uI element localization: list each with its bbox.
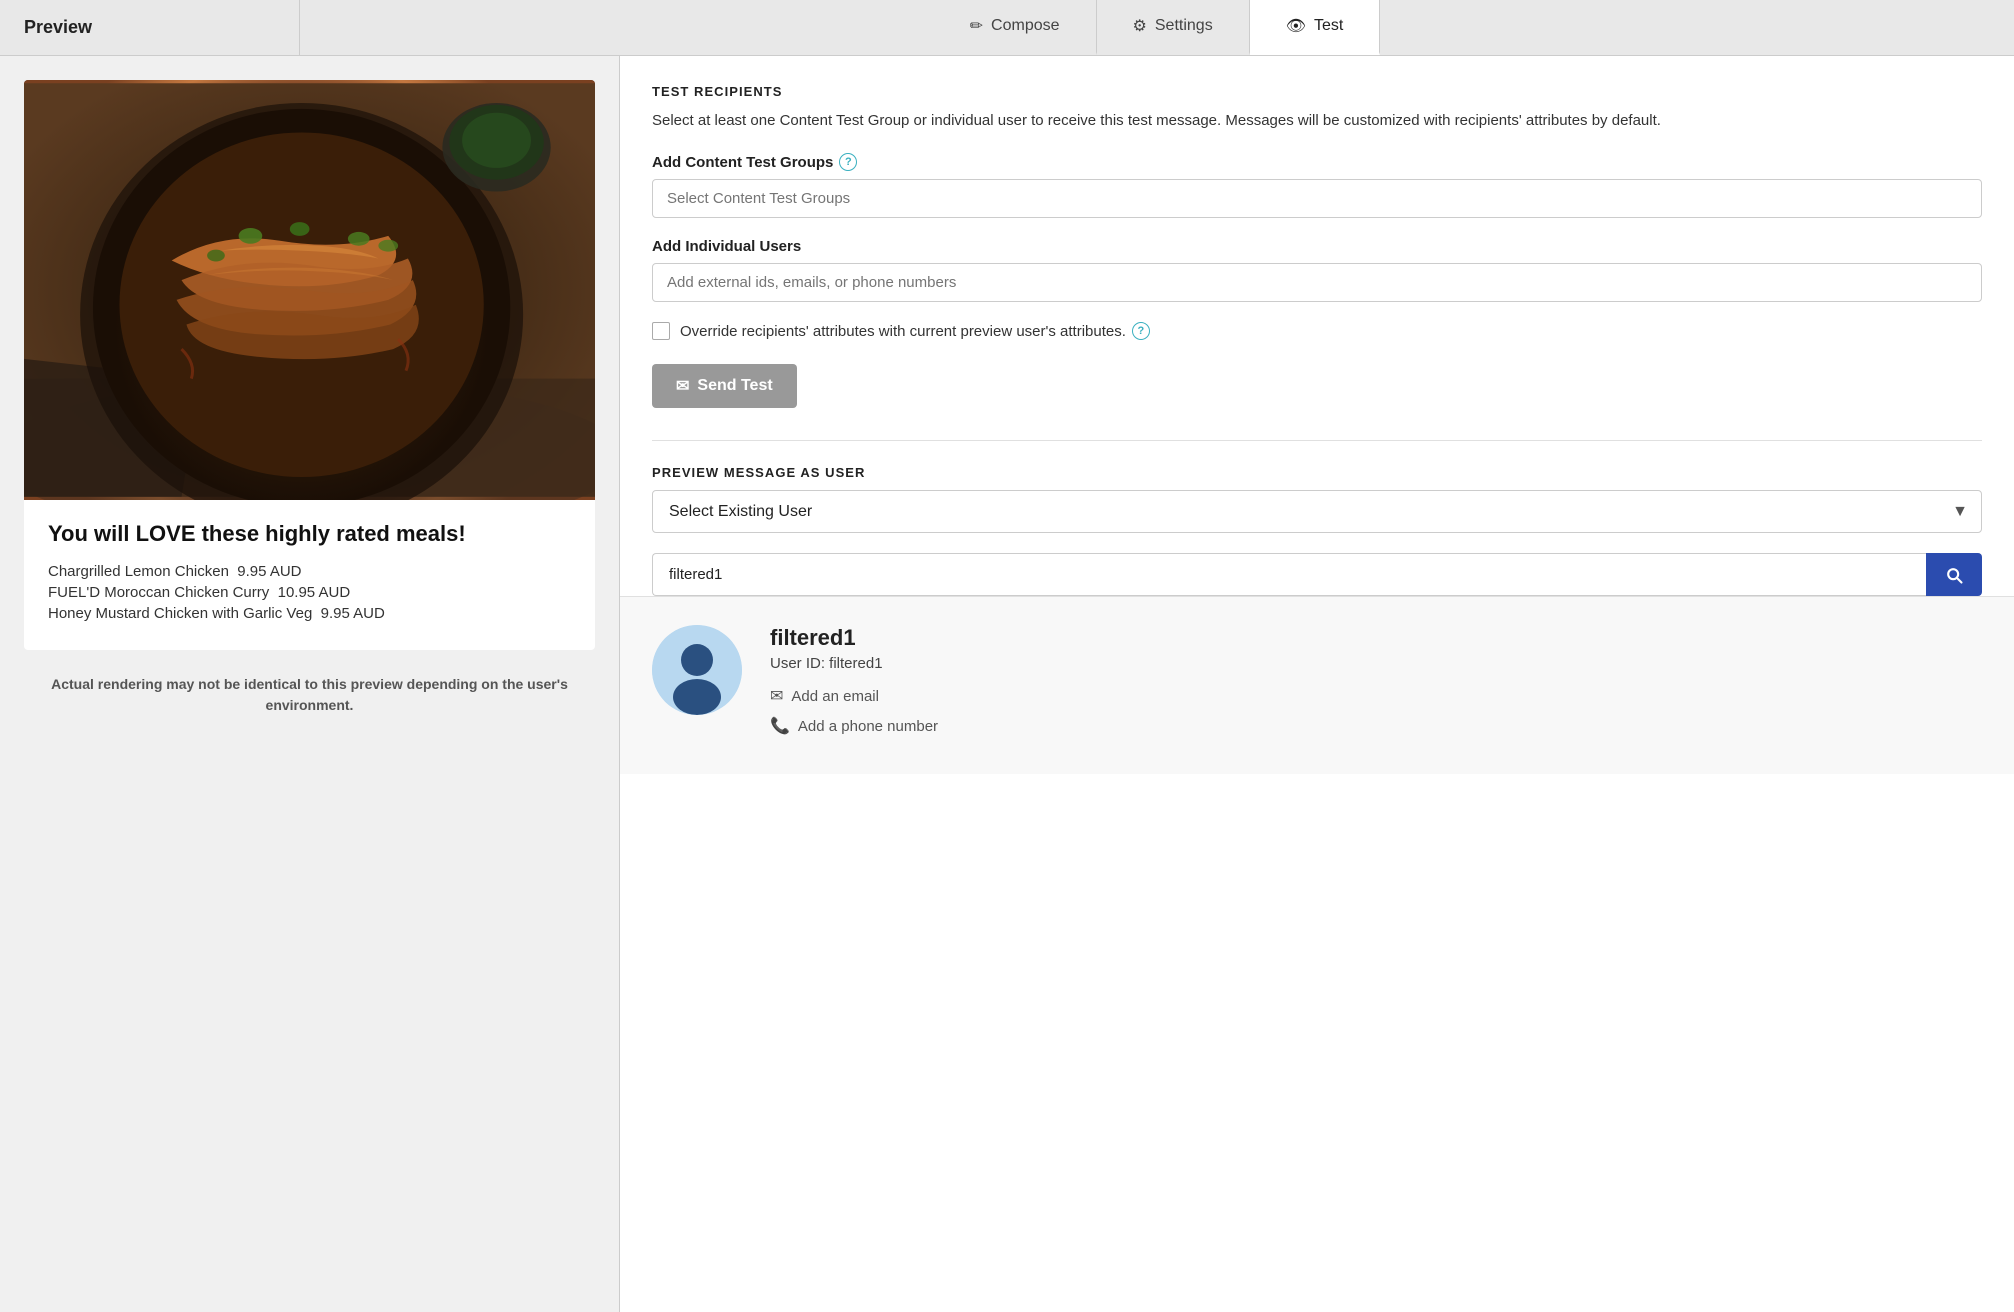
food-image-inner: [24, 80, 595, 500]
preview-disclaimer: Actual rendering may not be identical to…: [24, 666, 595, 724]
add-phone-label: Add a phone number: [798, 718, 938, 735]
preview-user-title: PREVIEW MESSAGE AS USER: [652, 465, 1982, 480]
phone-icon: 📞: [770, 716, 790, 736]
preview-title: Preview: [0, 0, 300, 55]
content-test-groups-label: Add Content Test Groups ?: [652, 153, 1982, 171]
menu-item-2-price: 10.95 AUD: [278, 584, 351, 601]
menu-item-3-name: Honey Mustard Chicken with Garlic Veg: [48, 605, 312, 622]
menu-item-1: Chargrilled Lemon Chicken 9.95 AUD: [48, 563, 571, 580]
food-svg: [24, 80, 595, 500]
tab-compose[interactable]: ✏ Compose: [934, 0, 1097, 55]
user-info: filtered1 User ID: filtered1 ✉ Add an em…: [770, 625, 1982, 746]
search-icon: [1944, 565, 1964, 585]
section-divider: [652, 440, 1982, 441]
top-navigation: Preview ✏ Compose ⚙ Settings 👁 Test: [0, 0, 2014, 56]
left-preview-panel: You will LOVE these highly rated meals! …: [0, 56, 620, 1312]
menu-item-2: FUEL'D Moroccan Chicken Curry 10.95 AUD: [48, 584, 571, 601]
user-avatar: [652, 625, 742, 715]
override-help-icon[interactable]: ?: [1132, 322, 1150, 340]
tab-settings[interactable]: ⚙ Settings: [1097, 0, 1250, 55]
menu-item-1-name: Chargrilled Lemon Chicken: [48, 563, 229, 580]
individual-users-label-text: Add Individual Users: [652, 238, 801, 255]
user-search-button[interactable]: [1926, 553, 1982, 596]
override-checkbox-label: Override recipients' attributes with cur…: [680, 322, 1150, 340]
test-recipients-section: TEST RECIPIENTS Select at least one Cont…: [652, 84, 1982, 408]
select-existing-user-wrapper: Select Existing User ▼: [652, 490, 1982, 533]
tab-test-label: Test: [1314, 17, 1343, 35]
content-test-groups-help-icon[interactable]: ?: [839, 153, 857, 171]
user-id: User ID: filtered1: [770, 655, 1982, 672]
preview-label: Preview: [24, 17, 92, 38]
tab-settings-label: Settings: [1155, 17, 1213, 35]
preview-text-content: You will LOVE these highly rated meals! …: [24, 500, 595, 650]
nav-tabs-container: ✏ Compose ⚙ Settings 👁 Test: [300, 0, 2014, 55]
food-image: [24, 80, 595, 500]
content-test-groups-label-text: Add Content Test Groups: [652, 154, 833, 171]
menu-item-3: Honey Mustard Chicken with Garlic Veg 9.…: [48, 605, 571, 622]
individual-users-label: Add Individual Users: [652, 238, 1982, 255]
add-phone-row[interactable]: 📞 Add a phone number: [770, 716, 1982, 736]
user-avatar-svg: [652, 625, 742, 715]
tab-compose-label: Compose: [991, 17, 1059, 35]
select-existing-user-dropdown[interactable]: Select Existing User: [652, 490, 1982, 533]
test-recipients-title: TEST RECIPIENTS: [652, 84, 1982, 99]
individual-users-input[interactable]: [652, 263, 1982, 302]
add-email-row[interactable]: ✉ Add an email: [770, 686, 1982, 706]
menu-item-1-price: 9.95 AUD: [237, 563, 301, 580]
send-test-label: Send Test: [697, 377, 772, 395]
gear-icon: ⚙: [1133, 16, 1147, 36]
send-test-button[interactable]: ✉ Send Test: [652, 364, 797, 408]
eye-icon: 👁: [1286, 16, 1306, 36]
pencil-icon: ✏: [970, 16, 983, 36]
user-search-input[interactable]: [652, 553, 1926, 596]
user-result-card: filtered1 User ID: filtered1 ✉ Add an em…: [620, 596, 2014, 774]
preview-headline: You will LOVE these highly rated meals!: [48, 520, 571, 549]
preview-user-section: PREVIEW MESSAGE AS USER Select Existing …: [652, 465, 1982, 596]
main-layout: You will LOVE these highly rated meals! …: [0, 56, 2014, 1312]
right-panel: TEST RECIPIENTS Select at least one Cont…: [620, 56, 2014, 1312]
user-name: filtered1: [770, 625, 1982, 651]
envelope-icon: ✉: [676, 376, 689, 396]
content-test-groups-input[interactable]: [652, 179, 1982, 218]
envelope-icon: ✉: [770, 686, 783, 706]
override-checkbox-row: Override recipients' attributes with cur…: [652, 322, 1982, 340]
preview-card: You will LOVE these highly rated meals! …: [24, 80, 595, 650]
menu-item-3-price: 9.95 AUD: [321, 605, 385, 622]
override-checkbox[interactable]: [652, 322, 670, 340]
override-label-text: Override recipients' attributes with cur…: [680, 323, 1126, 340]
add-email-label: Add an email: [791, 688, 879, 705]
menu-item-2-name: FUEL'D Moroccan Chicken Curry: [48, 584, 269, 601]
user-search-row: [652, 553, 1982, 596]
test-recipients-description: Select at least one Content Test Group o…: [652, 109, 1982, 133]
tab-test[interactable]: 👁 Test: [1250, 0, 1381, 55]
